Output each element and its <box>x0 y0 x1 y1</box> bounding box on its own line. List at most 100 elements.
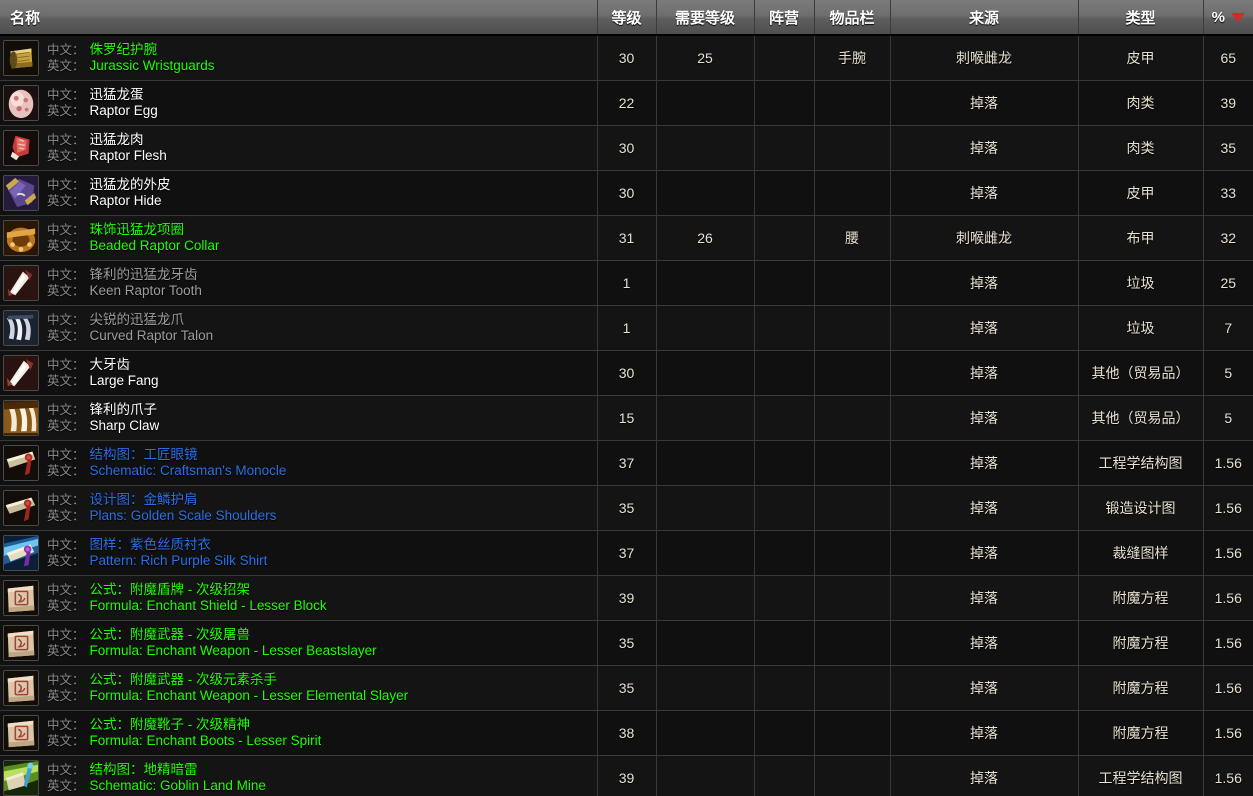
item-level-cell: 22 <box>597 80 657 126</box>
item-required-level-cell: 26 <box>656 215 755 261</box>
item-percent-cell: 1.56 <box>1203 710 1253 756</box>
item-required-level-cell <box>656 575 755 621</box>
chinese-label: 中文： <box>47 42 85 57</box>
column-header-required-level[interactable]: 需要等级 <box>656 0 755 36</box>
table-row[interactable]: 中文： 公式：附魔武器 - 次级元素杀手 英文： Formula: Enchan… <box>0 665 1253 711</box>
item-name-english[interactable]: Large Fang <box>90 373 159 389</box>
table-row[interactable]: 中文： 设计图：金鳞护肩 英文： Plans: Golden Scale Sho… <box>0 485 1253 531</box>
item-name-chinese[interactable]: 设计图：金鳞护肩 <box>90 492 198 508</box>
raptor-hide-icon[interactable] <box>3 174 39 211</box>
table-row[interactable]: 中文： 侏罗纪护腕 英文： Jurassic Wristguards 30 25… <box>0 35 1253 81</box>
raw-meat-icon[interactable] <box>3 129 39 166</box>
column-header-type[interactable]: 类型 <box>1078 0 1204 36</box>
item-name-english[interactable]: Schematic: Craftsman's Monocle <box>90 463 287 479</box>
item-name-english[interactable]: Formula: Enchant Weapon - Lesser Beastsl… <box>90 643 377 659</box>
bracer-gold-icon[interactable] <box>3 39 39 76</box>
table-row[interactable]: 中文： 公式：附魔盾牌 - 次级招架 英文： Formula: Enchant … <box>0 575 1253 621</box>
english-label: 英文： <box>47 688 85 703</box>
column-header-percent[interactable]: % <box>1203 0 1253 36</box>
pattern-scroll-purple-icon[interactable] <box>3 534 39 571</box>
item-type-cell: 肉类 <box>1078 80 1204 126</box>
item-name-chinese[interactable]: 锋利的爪子 <box>90 402 158 418</box>
item-name-english[interactable]: Pattern: Rich Purple Silk Shirt <box>90 553 268 569</box>
table-row[interactable]: 中文： 公式：附魔武器 - 次级屠兽 英文： Formula: Enchant … <box>0 620 1253 666</box>
column-header-faction[interactable]: 阵营 <box>754 0 815 36</box>
item-name-chinese[interactable]: 结构图：地精暗雷 <box>90 762 198 778</box>
column-header-level[interactable]: 等级 <box>597 0 657 36</box>
item-name-english-line: 英文： Raptor Flesh <box>47 148 167 164</box>
item-name-chinese[interactable]: 公式：附魔盾牌 - 次级招架 <box>90 582 251 598</box>
item-name-english[interactable]: Formula: Enchant Boots - Lesser Spirit <box>90 733 322 749</box>
item-name-chinese[interactable]: 珠饰迅猛龙项圈 <box>90 222 185 238</box>
raptor-talon-icon[interactable] <box>3 309 39 346</box>
large-fang-icon[interactable] <box>3 354 39 391</box>
item-name-cell: 中文： 珠饰迅猛龙项圈 英文： Beaded Raptor Collar <box>0 215 598 261</box>
item-name-english[interactable]: Schematic: Goblin Land Mine <box>90 778 266 794</box>
table-row[interactable]: 中文： 尖锐的迅猛龙爪 英文： Curved Raptor Talon 1 掉落… <box>0 305 1253 351</box>
table-row[interactable]: 中文： 迅猛龙的外皮 英文： Raptor Hide 30 掉落 皮甲 33 <box>0 170 1253 216</box>
table-row[interactable]: 中文： 大牙齿 英文： Large Fang 30 掉落 其他（贸易品） 5 <box>0 350 1253 396</box>
schematic-scroll-green-icon[interactable] <box>3 759 39 796</box>
item-name-english[interactable]: Jurassic Wristguards <box>90 58 215 74</box>
item-name-chinese[interactable]: 结构图：工匠眼镜 <box>90 447 198 463</box>
item-name-english[interactable]: Sharp Claw <box>90 418 160 434</box>
schematic-scroll-red-icon[interactable] <box>3 444 39 481</box>
formula-parchment-icon[interactable] <box>3 579 39 616</box>
item-name-chinese[interactable]: 公式：附魔武器 - 次级元素杀手 <box>90 672 278 688</box>
item-name-chinese[interactable]: 大牙齿 <box>90 357 131 373</box>
item-name-english[interactable]: Raptor Hide <box>90 193 162 209</box>
table-row[interactable]: 中文： 结构图：工匠眼镜 英文： Schematic: Craftsman's … <box>0 440 1253 486</box>
item-type-cell: 垃圾 <box>1078 305 1204 351</box>
english-label: 英文： <box>47 148 85 163</box>
table-row[interactable]: 中文： 珠饰迅猛龙项圈 英文： Beaded Raptor Collar 31 … <box>0 215 1253 261</box>
table-row[interactable]: 中文： 公式：附魔靴子 - 次级精神 英文： Formula: Enchant … <box>0 710 1253 756</box>
item-name-chinese[interactable]: 图样：紫色丝质衬衣 <box>90 537 212 553</box>
item-name-cell: 中文： 迅猛龙蛋 英文： Raptor Egg <box>0 80 598 126</box>
item-name-chinese[interactable]: 锋利的迅猛龙牙齿 <box>90 267 198 283</box>
item-faction-cell <box>754 125 815 171</box>
item-name-english[interactable]: Keen Raptor Tooth <box>90 283 202 299</box>
item-type-cell: 皮甲 <box>1078 35 1204 81</box>
english-label: 英文： <box>47 733 85 748</box>
item-name-chinese[interactable]: 迅猛龙肉 <box>90 132 144 148</box>
column-header-source[interactable]: 来源 <box>890 0 1079 36</box>
item-name-english[interactable]: Plans: Golden Scale Shoulders <box>90 508 277 524</box>
column-header-name[interactable]: 名称 <box>0 0 598 36</box>
chinese-label: 中文： <box>47 132 85 147</box>
item-name-chinese[interactable]: 尖锐的迅猛龙爪 <box>90 312 185 328</box>
item-level-cell: 31 <box>597 215 657 261</box>
sort-descending-arrow-icon[interactable] <box>1230 13 1245 23</box>
item-name-chinese-line: 中文： 迅猛龙蛋 <box>47 87 158 103</box>
chinese-label: 中文： <box>47 762 85 777</box>
item-name-english[interactable]: Formula: Enchant Weapon - Lesser Element… <box>90 688 409 704</box>
item-name-english[interactable]: Curved Raptor Talon <box>90 328 214 344</box>
english-label: 英文： <box>47 418 85 433</box>
beaded-collar-icon[interactable] <box>3 219 39 256</box>
plans-scroll-red-icon[interactable] <box>3 489 39 526</box>
formula-parchment-icon[interactable] <box>3 669 39 706</box>
table-row[interactable]: 中文： 迅猛龙肉 英文： Raptor Flesh 30 掉落 肉类 35 <box>0 125 1253 171</box>
raptor-egg-icon[interactable] <box>3 84 39 121</box>
item-name-english-line: 英文： Formula: Enchant Weapon - Lesser Bea… <box>47 643 377 659</box>
table-row[interactable]: 中文： 结构图：地精暗雷 英文： Schematic: Goblin Land … <box>0 755 1253 796</box>
formula-parchment-icon[interactable] <box>3 624 39 661</box>
table-row[interactable]: 中文： 迅猛龙蛋 英文： Raptor Egg 22 掉落 肉类 39 <box>0 80 1253 126</box>
item-name-chinese[interactable]: 公式：附魔武器 - 次级屠兽 <box>90 627 251 643</box>
formula-parchment-icon[interactable] <box>3 714 39 751</box>
table-row[interactable]: 中文： 锋利的迅猛龙牙齿 英文： Keen Raptor Tooth 1 掉落 … <box>0 260 1253 306</box>
table-row[interactable]: 中文： 锋利的爪子 英文： Sharp Claw 15 掉落 其他（贸易品） 5 <box>0 395 1253 441</box>
item-name-english[interactable]: Beaded Raptor Collar <box>90 238 220 254</box>
item-name-english[interactable]: Formula: Enchant Shield - Lesser Block <box>90 598 327 614</box>
item-name-english[interactable]: Raptor Egg <box>90 103 158 119</box>
item-name-chinese[interactable]: 公式：附魔靴子 - 次级精神 <box>90 717 251 733</box>
sharp-claw-icon[interactable] <box>3 399 39 436</box>
item-level-cell: 30 <box>597 350 657 396</box>
item-name-chinese[interactable]: 侏罗纪护腕 <box>90 42 158 58</box>
item-faction-cell <box>754 395 815 441</box>
raptor-tooth-icon[interactable] <box>3 264 39 301</box>
item-name-chinese[interactable]: 迅猛龙蛋 <box>90 87 144 103</box>
table-row[interactable]: 中文： 图样：紫色丝质衬衣 英文： Pattern: Rich Purple S… <box>0 530 1253 576</box>
column-header-slot[interactable]: 物品栏 <box>814 0 891 36</box>
item-name-chinese[interactable]: 迅猛龙的外皮 <box>90 177 171 193</box>
item-name-english[interactable]: Raptor Flesh <box>90 148 167 164</box>
